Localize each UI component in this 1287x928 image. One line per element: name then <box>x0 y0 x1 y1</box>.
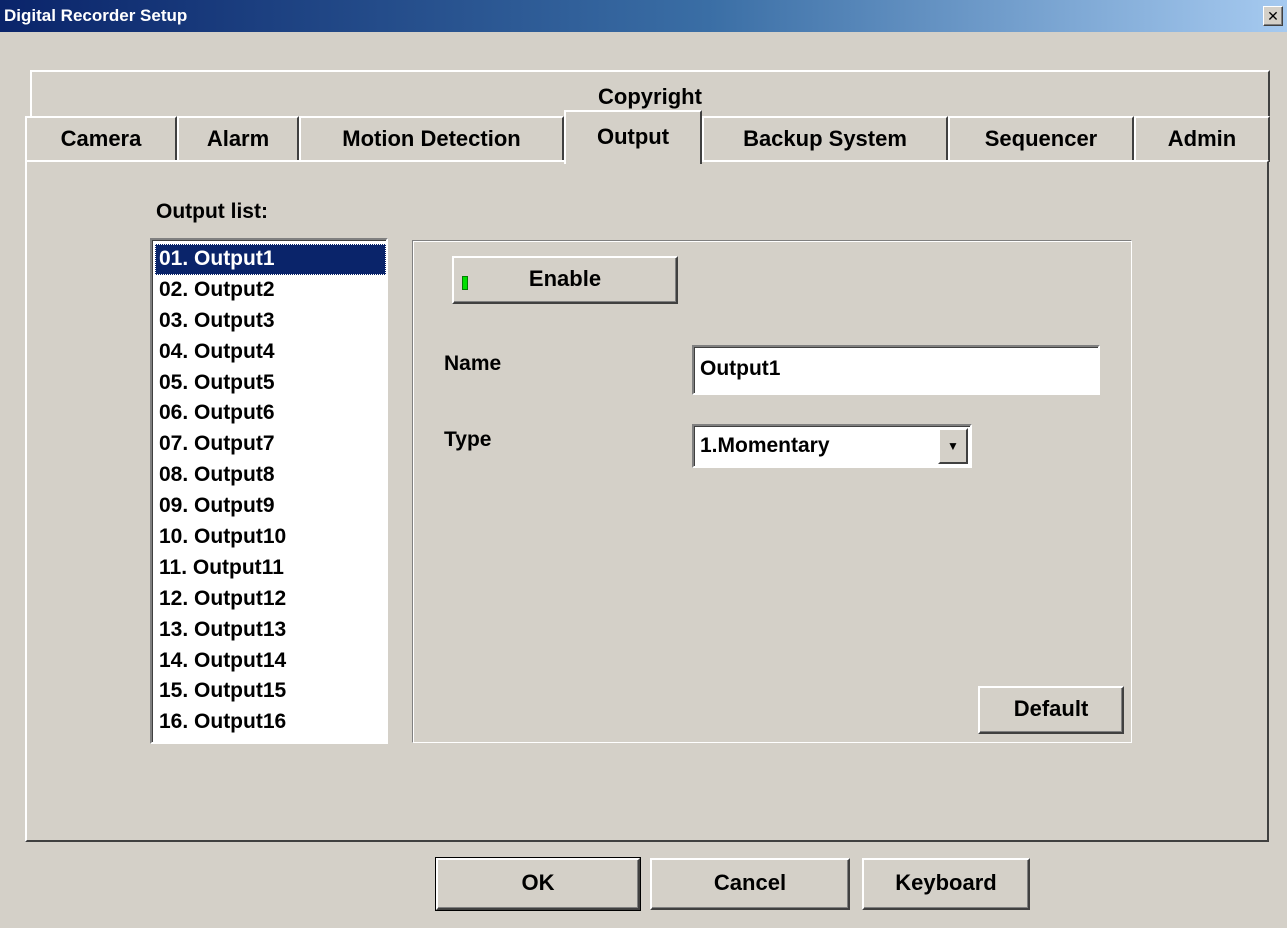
list-item[interactable]: 05. Output5 <box>155 368 386 399</box>
list-item[interactable]: 16. Output16 <box>155 707 386 738</box>
enable-indicator-icon <box>462 276 468 290</box>
type-select[interactable]: 1.Momentary ▼ <box>692 424 972 468</box>
tab-output[interactable]: Output <box>564 110 702 164</box>
cancel-button[interactable]: Cancel <box>650 858 850 910</box>
ok-button[interactable]: OK <box>435 857 641 911</box>
window-title: Digital Recorder Setup <box>4 6 188 25</box>
list-item[interactable]: 14. Output14 <box>155 646 386 677</box>
type-select-value: 1.Momentary <box>700 434 830 457</box>
keyboard-label: Keyboard <box>895 870 997 895</box>
default-button[interactable]: Default <box>978 686 1124 734</box>
cancel-label: Cancel <box>713 870 787 895</box>
tab-backup-system[interactable]: Backup System <box>702 116 948 162</box>
type-label: Type <box>444 428 492 451</box>
list-item[interactable]: 13. Output13 <box>155 615 386 646</box>
title-bar: Digital Recorder Setup <box>0 0 1287 32</box>
name-label: Name <box>444 352 502 375</box>
list-item[interactable]: 04. Output4 <box>155 337 386 368</box>
enable-button[interactable]: Enable <box>452 256 678 304</box>
tab-camera[interactable]: Camera <box>25 116 177 162</box>
tab-alarm[interactable]: Alarm <box>177 116 299 162</box>
output-settings-group <box>412 240 1132 743</box>
output-list-label: Output list: <box>156 200 268 223</box>
tab-motion-detection[interactable]: Motion Detection <box>299 116 564 162</box>
name-field[interactable]: Output1 <box>692 345 1100 395</box>
list-item[interactable]: 08. Output8 <box>155 460 386 491</box>
name-field-value: Output1 <box>700 357 781 380</box>
list-item[interactable]: 02. Output2 <box>155 275 386 306</box>
list-item[interactable]: 06. Output6 <box>155 398 386 429</box>
list-item[interactable]: 11. Output11 <box>155 553 386 584</box>
list-item[interactable]: 03. Output3 <box>155 306 386 337</box>
active-tab-joint <box>566 158 700 164</box>
close-button[interactable]: ✕ <box>1263 6 1283 26</box>
list-item[interactable]: 09. Output9 <box>155 491 386 522</box>
list-item[interactable]: 15. Output15 <box>155 676 386 707</box>
tab-copyright-label: Copyright <box>598 84 702 109</box>
close-icon: ✕ <box>1267 8 1279 24</box>
default-label: Default <box>1013 696 1089 721</box>
list-item[interactable]: 10. Output10 <box>155 522 386 553</box>
tab-sequencer[interactable]: Sequencer <box>948 116 1134 162</box>
keyboard-button[interactable]: Keyboard <box>862 858 1030 910</box>
enable-label: Enable <box>528 266 602 291</box>
list-item[interactable]: 12. Output12 <box>155 584 386 615</box>
list-item[interactable]: 01. Output1 <box>155 244 386 275</box>
ok-label: OK <box>521 870 555 895</box>
chevron-down-icon[interactable]: ▼ <box>938 428 968 464</box>
list-item[interactable]: 07. Output7 <box>155 429 386 460</box>
tab-admin[interactable]: Admin <box>1134 116 1270 162</box>
output-listbox[interactable]: 01. Output1 02. Output2 03. Output3 04. … <box>150 238 388 744</box>
